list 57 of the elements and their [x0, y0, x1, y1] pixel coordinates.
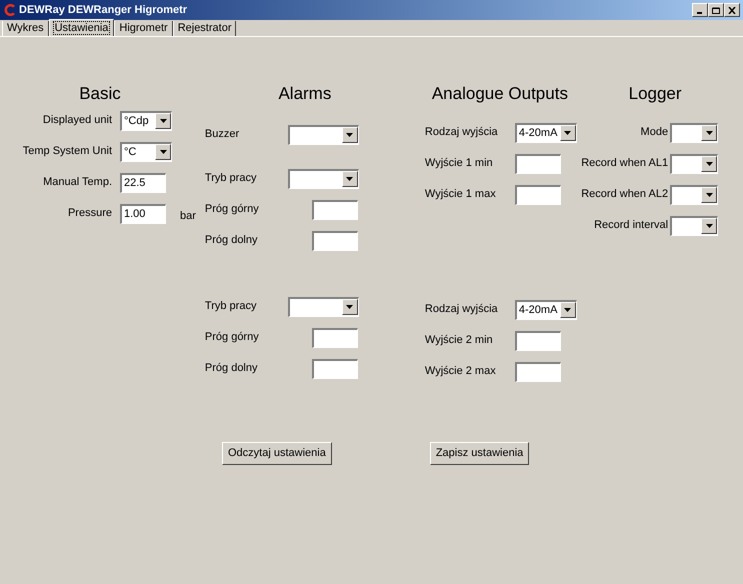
input-field[interactable]: [514, 184, 561, 204]
dropdown[interactable]: [288, 296, 359, 316]
field-label: Rodzaj wyjścia: [424, 125, 499, 140]
field-label: Próg dolny: [204, 233, 258, 248]
section-heading: Basic: [78, 83, 122, 105]
app-logo-icon: [3, 3, 17, 17]
input-field[interactable]: [312, 230, 358, 250]
field-label: Pressure: [66, 206, 112, 222]
field-label: Próg górny: [204, 202, 260, 218]
close-icon[interactable]: [724, 3, 740, 17]
tab[interactable]: Higrometr: [114, 21, 173, 36]
minimize-icon[interactable]: [692, 3, 708, 17]
field-label: Próg dolny: [204, 361, 258, 376]
input-field[interactable]: [312, 200, 358, 220]
tab[interactable]: Rejestrator: [172, 21, 236, 36]
input-field[interactable]: [312, 328, 358, 348]
action-button[interactable]: Odczytaj ustawienia: [222, 442, 332, 465]
field-label: Manual Temp.: [42, 175, 112, 190]
section-heading: Logger: [628, 83, 683, 105]
field-label: Wyjście 1 min: [424, 156, 494, 172]
input-field[interactable]: [514, 362, 561, 382]
input-field[interactable]: [312, 358, 358, 378]
dropdown[interactable]: [288, 124, 359, 144]
field-label: Temp System Unit: [22, 144, 112, 160]
field-label: Próg górny: [204, 330, 260, 346]
field-label: Mode: [640, 125, 668, 140]
unit-label: bar: [180, 209, 196, 224]
field-label: Displayed unit: [42, 113, 112, 128]
field-label: Wyjście 2 max: [424, 364, 497, 380]
section-heading: Alarms: [277, 83, 332, 105]
dropdown[interactable]: [670, 122, 718, 142]
field-label: Buzzer: [204, 127, 240, 142]
field-label: Record interval: [593, 218, 668, 234]
field-label: Tryb pracy: [204, 299, 258, 314]
dropdown[interactable]: 4-20mA: [514, 300, 577, 320]
dropdown[interactable]: [670, 184, 718, 204]
field-label: Wyjście 1 max: [424, 187, 497, 202]
input-field[interactable]: [514, 330, 561, 350]
field-label: Record when AL2: [580, 187, 668, 202]
input-field[interactable]: [514, 154, 561, 174]
tab[interactable]: Ustawienia: [48, 19, 114, 36]
dropdown[interactable]: [670, 216, 718, 236]
action-button[interactable]: Zapisz ustawienia: [430, 442, 530, 465]
field-label: Rodzaj wyjścia: [424, 302, 499, 318]
maximize-icon[interactable]: [708, 3, 724, 17]
dropdown[interactable]: °Cdp: [120, 110, 172, 130]
field-label: Wyjście 2 min: [424, 333, 494, 348]
dropdown[interactable]: °C: [120, 142, 172, 162]
dropdown[interactable]: 4-20mA: [514, 122, 577, 142]
window-title: DEWRay DEWRanger Higrometr: [19, 2, 188, 18]
field-label: Record when AL1: [580, 156, 668, 172]
field-label: Tryb pracy: [204, 171, 258, 186]
dropdown[interactable]: [288, 168, 359, 188]
section-heading: Analogue Outputs: [430, 83, 569, 105]
dropdown[interactable]: [670, 154, 718, 174]
input-field[interactable]: 1.00: [120, 204, 166, 224]
input-field[interactable]: 22.5: [120, 172, 166, 192]
